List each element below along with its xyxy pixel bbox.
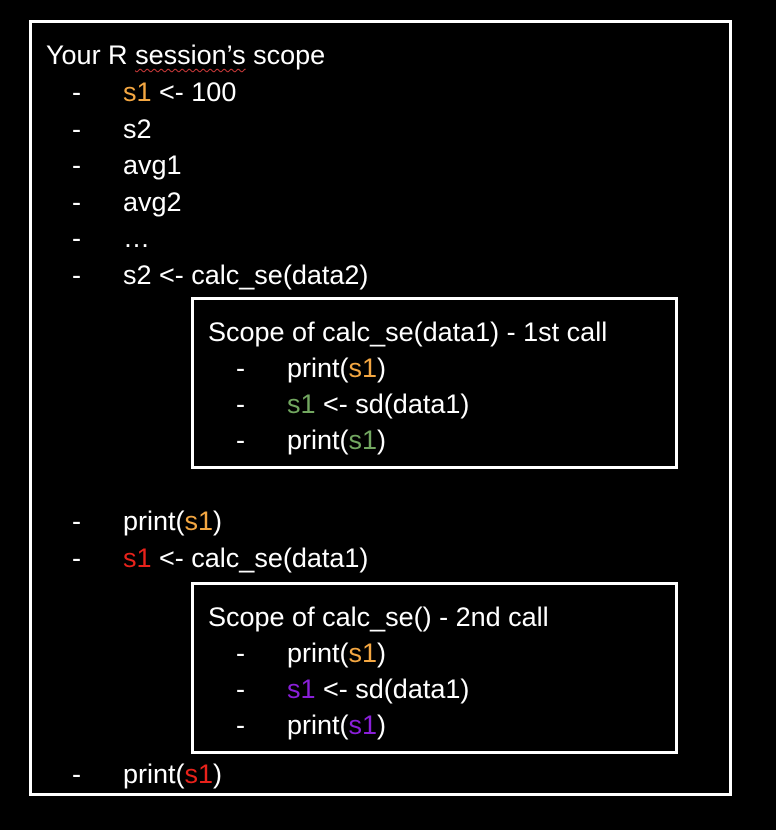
code-fragment: print( bbox=[287, 710, 349, 740]
first-call-scope-title: Scope of calc_se(data1) - 1st call bbox=[208, 317, 608, 347]
code-text: print(s1) bbox=[287, 424, 386, 456]
second-call-scope-title: Scope of calc_se() - 2nd call bbox=[208, 602, 549, 632]
code-fragment: print( bbox=[287, 353, 349, 383]
variable-s1: s1 bbox=[348, 638, 378, 668]
code-text: avg2 bbox=[123, 186, 182, 218]
title-suffix: scope bbox=[245, 40, 326, 70]
bullet-dash: - bbox=[236, 425, 245, 455]
code-fragment: <- sd(data1) bbox=[315, 389, 470, 419]
bullet-dash: - bbox=[72, 77, 81, 107]
code-text: s1 <- 100 bbox=[123, 76, 236, 108]
title-misspelled-word: session’s bbox=[135, 40, 246, 70]
code-fragment: <- sd(data1) bbox=[315, 674, 470, 704]
session-scope-title: Your R session’s scope bbox=[46, 39, 325, 71]
code-text: print(s1) bbox=[287, 709, 386, 741]
bullet-dash: - bbox=[72, 759, 81, 789]
code-fragment: s2 bbox=[123, 113, 152, 144]
code-fragment: ) bbox=[213, 759, 223, 789]
variable-s1: s1 bbox=[184, 759, 214, 789]
bullet-dash: - bbox=[72, 506, 81, 536]
bullet-dash: - bbox=[236, 389, 245, 419]
bullet-dash: - bbox=[72, 150, 81, 181]
code-text: s2 bbox=[123, 113, 152, 145]
code-fragment: print( bbox=[287, 425, 349, 455]
code-fragment: avg1 bbox=[123, 150, 182, 181]
code-fragment: print( bbox=[123, 759, 185, 789]
bullet-dash: - bbox=[72, 260, 81, 290]
code-text: … bbox=[123, 222, 150, 254]
bullet-dash: - bbox=[236, 674, 245, 704]
code-text: s1 <- calc_se(data1) bbox=[123, 542, 368, 574]
code-text: s1 <- sd(data1) bbox=[287, 673, 469, 705]
code-text: print(s1) bbox=[287, 352, 386, 384]
bullet-dash: - bbox=[72, 113, 81, 144]
variable-s1: s1 bbox=[287, 389, 316, 419]
code-fragment: … bbox=[123, 223, 150, 254]
code-fragment: ) bbox=[213, 506, 223, 536]
bullet-dash: - bbox=[236, 638, 245, 668]
variable-s1: s1 bbox=[184, 506, 214, 536]
bullet-dash: - bbox=[72, 186, 81, 217]
code-text: s1 <- sd(data1) bbox=[287, 388, 469, 420]
code-fragment: ) bbox=[377, 710, 387, 740]
bullet-dash: - bbox=[72, 543, 81, 573]
bullet-dash: - bbox=[236, 710, 245, 740]
variable-s1: s1 bbox=[348, 710, 378, 740]
code-fragment: ) bbox=[377, 353, 387, 383]
code-fragment: <- calc_se(data1) bbox=[151, 543, 369, 573]
title-prefix: Your R bbox=[46, 40, 136, 70]
variable-s1: s1 bbox=[348, 353, 378, 383]
variable-s1: s1 bbox=[287, 674, 316, 704]
code-text: print(s1) bbox=[123, 505, 222, 537]
code-fragment: print( bbox=[123, 506, 185, 536]
bullet-dash: - bbox=[72, 223, 81, 254]
code-fragment: avg2 bbox=[123, 186, 182, 217]
code-fragment: ) bbox=[377, 425, 387, 455]
code-text: s2 <- calc_se(data2) bbox=[123, 259, 368, 291]
bullet-dash: - bbox=[236, 353, 245, 383]
variable-s1: s1 bbox=[123, 543, 152, 573]
code-text: print(s1) bbox=[123, 758, 222, 790]
code-text: print(s1) bbox=[287, 637, 386, 669]
variable-s1: s1 bbox=[123, 77, 152, 107]
code-fragment: ) bbox=[377, 638, 387, 668]
variable-s1: s1 bbox=[348, 425, 378, 455]
code-text: avg1 bbox=[123, 149, 182, 181]
code-fragment: print( bbox=[287, 638, 349, 668]
code-fragment: <- 100 bbox=[151, 77, 237, 107]
code-fragment: s2 <- calc_se(data2) bbox=[123, 260, 369, 290]
